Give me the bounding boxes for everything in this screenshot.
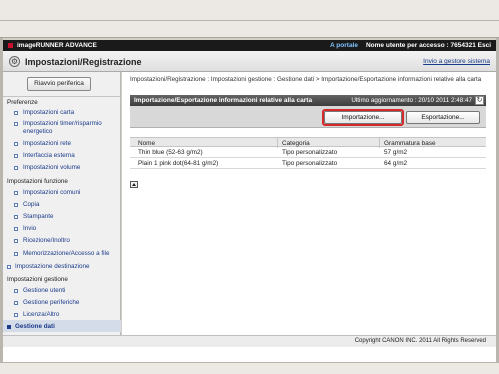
browser-status-bar	[0, 362, 499, 374]
square-bullet-icon	[14, 111, 18, 115]
square-bullet-icon	[14, 122, 18, 126]
square-bullet-icon	[14, 215, 18, 219]
table-header: Nome Categoria Grammatura base	[130, 137, 486, 148]
square-bullet-icon	[14, 166, 18, 170]
brand-name: imageRUNNER ADVANCE	[17, 42, 97, 49]
content-bottom-area	[3, 347, 496, 362]
sidebar-item-send[interactable]: Invio	[14, 225, 119, 233]
sidebar-item-user-management[interactable]: Gestione utenti	[14, 287, 119, 295]
sidebar-item-paper-settings[interactable]: Impostazioni carta	[14, 109, 119, 117]
sidebar-divider	[3, 96, 121, 97]
sidebar-item-receive-forward[interactable]: Ricezione/Inoltro	[14, 237, 119, 245]
footer: Copyright CANON INC. 2011 All Rights Res…	[3, 335, 496, 347]
sidebar: Riavvio periferica Preferenze Impostazio…	[3, 72, 121, 335]
column-header-category: Categoria	[282, 139, 310, 147]
export-button[interactable]: Esportazione...	[406, 111, 480, 124]
last-updated: Ultimo aggiornamento : 20/10 2011 2:48:4…	[351, 97, 472, 104]
sidebar-item-printer[interactable]: Stampante	[14, 213, 119, 221]
square-bullet-icon	[14, 252, 18, 256]
square-bullet-icon	[14, 227, 18, 231]
cell-basis-weight: 57 g/m2	[384, 148, 408, 156]
table-row: Plain 1 pink dot(64-81 g/m2) Tipo person…	[130, 158, 486, 169]
sidebar-item-volume[interactable]: Impostazioni volume	[14, 164, 119, 172]
brand-logo-icon	[8, 43, 13, 48]
main-content: Impostazioni/Registrazione : Impostazion…	[122, 72, 496, 335]
square-bullet-icon	[14, 313, 18, 317]
cell-category: Tipo personalizzato	[282, 148, 338, 156]
cell-name: Plain 1 pink dot(64-81 g/m2)	[138, 159, 219, 167]
square-bullet-icon	[7, 265, 11, 269]
restart-device-button[interactable]: Riavvio periferica	[27, 77, 91, 91]
browser-address-bar: ▾	[0, 21, 499, 57]
square-bullet-icon	[14, 142, 18, 146]
brand: imageRUNNER ADVANCE	[8, 42, 97, 49]
sidebar-item-timer-energy[interactable]: Impostazioni timer/risparmio energetico	[14, 120, 119, 136]
browser-toolbar	[0, 0, 499, 21]
table-row: Thin blue (52-63 g/m2) Tipo personalizza…	[130, 147, 486, 158]
sidebar-section-function-settings: Impostazioni funzione	[7, 178, 68, 185]
sidebar-item-external-interface[interactable]: Interfaccia esterna	[14, 152, 119, 160]
sidebar-item-data-management[interactable]: Gestione dati	[7, 323, 112, 331]
square-bullet-icon	[7, 325, 11, 329]
panel-title: Importazione/Esportazione informazioni r…	[134, 97, 313, 104]
cell-name: Thin blue (52-63 g/m2)	[138, 148, 203, 156]
sidebar-item-device-management[interactable]: Gestione periferiche	[14, 299, 119, 307]
page-titlebar: ⚙ Impostazioni/Registrazione Invio a ges…	[3, 51, 496, 72]
square-bullet-icon	[14, 191, 18, 195]
sidebar-item-destination-settings[interactable]: Impostazione destinazione	[7, 263, 125, 271]
column-header-name: Nome	[138, 139, 156, 147]
app-header: imageRUNNER ADVANCE A portale Nome utent…	[3, 40, 496, 51]
sidebar-item-common-settings[interactable]: Impostazioni comuni	[14, 189, 119, 197]
sidebar-section-preferences: Preferenze	[7, 99, 38, 106]
import-button[interactable]: Importazione...	[324, 111, 402, 124]
settings-icon: ⚙	[9, 56, 20, 67]
breadcrumb: Impostazioni/Registrazione : Impostazion…	[130, 76, 482, 83]
user-info[interactable]: Nome utente per accesso : 7654321 Esci	[366, 42, 491, 49]
column-header-basis-weight: Grammatura base	[384, 139, 436, 147]
sidebar-item-store-access-files[interactable]: Memorizzazione/Accesso a file	[14, 250, 119, 258]
cell-category: Tipo personalizzato	[282, 159, 338, 167]
page-title: Impostazioni/Registrazione	[25, 57, 142, 67]
copyright: Copyright CANON INC. 2011 All Rights Res…	[354, 338, 486, 344]
refresh-icon[interactable]: ↻	[475, 96, 484, 105]
square-bullet-icon	[14, 301, 18, 305]
send-to-admin-link[interactable]: Invio a gestore sistema	[423, 58, 490, 65]
portal-link[interactable]: A portale	[330, 42, 358, 49]
sidebar-item-network[interactable]: Impostazioni rete	[14, 140, 119, 148]
square-bullet-icon	[14, 203, 18, 207]
cell-basis-weight: 64 g/m2	[384, 159, 408, 167]
sidebar-section-management-settings: Impostazioni gestione	[7, 276, 68, 283]
sidebar-item-copy[interactable]: Copia	[14, 201, 119, 209]
panel-toolbar: Importazione... Esportazione...	[130, 106, 486, 128]
square-bullet-icon	[14, 239, 18, 243]
sidebar-item-license-other[interactable]: Licenza/Altro	[14, 311, 119, 319]
paper-info-table: Nome Categoria Grammatura base Thin blue…	[130, 137, 486, 169]
panel-header: Importazione/Esportazione informazioni r…	[130, 95, 486, 106]
back-to-top-icon[interactable]	[130, 181, 138, 188]
square-bullet-icon	[14, 154, 18, 158]
square-bullet-icon	[14, 289, 18, 293]
